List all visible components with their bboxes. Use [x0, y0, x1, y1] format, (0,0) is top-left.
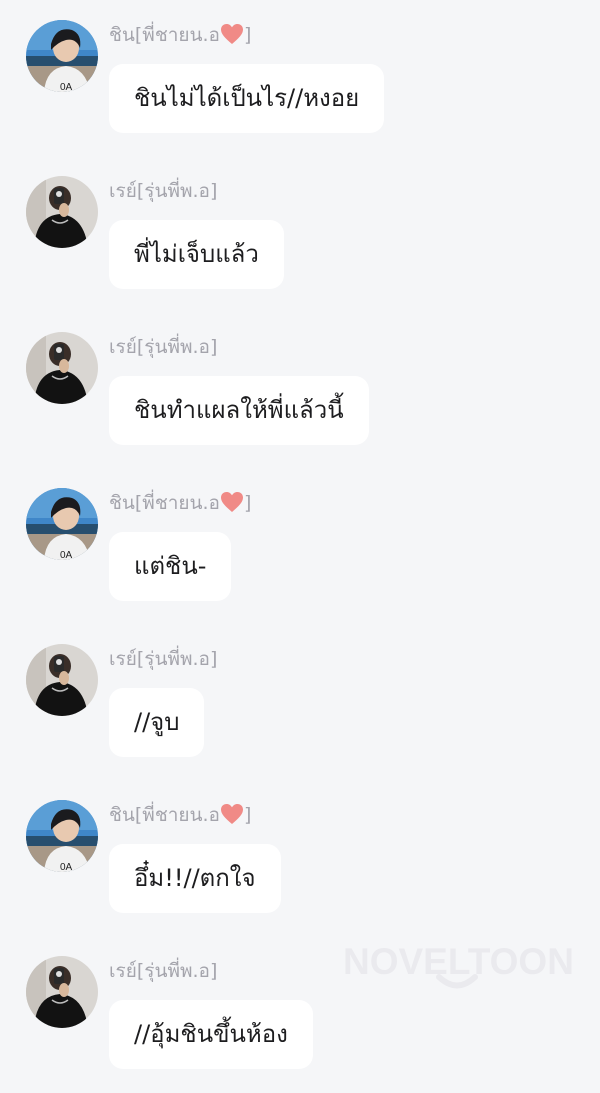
- sender-name: เรย์[รุ่นพี่พ.อ]: [109, 336, 218, 358]
- chat-message: 0A ชิน[พี่ชายน.อ] อึ๋ม!!//ตกใจ: [0, 800, 600, 940]
- chat-message: เรย์[รุ่นพี่พ.อ] //จูบ: [0, 644, 600, 784]
- mirror-selfie-avatar-image: [26, 332, 98, 404]
- message-bubble: อึ๋ม!!//ตกใจ: [109, 844, 281, 913]
- message-bubble: พี่ไม่เจ็บแล้ว: [109, 220, 284, 289]
- avatar-shin[interactable]: 0A: [26, 20, 98, 92]
- sender-name: ชิน[พี่ชายน.อ]: [109, 23, 252, 46]
- chat-thread: 0A ชิน[พี่ชายน.อ] ชินไม่ได้เป็นไร//หงอย …: [0, 0, 600, 1093]
- sender-name: เรย์[รุ่นพี่พ.อ]: [109, 648, 218, 670]
- message-bubble: //อุ้มชินขึ้นห้อง: [109, 1000, 313, 1069]
- message-bubble: แต่ชิน-: [109, 532, 232, 601]
- heart-icon: [220, 491, 243, 512]
- mirror-selfie-avatar-image: [26, 644, 98, 716]
- boy-seaside-avatar-image: 0A: [26, 800, 98, 872]
- avatar-ray[interactable]: [26, 332, 98, 404]
- sender-name: ชิน[พี่ชายน.อ]: [109, 803, 252, 826]
- sender-name: เรย์[รุ่นพี่พ.อ]: [109, 180, 218, 202]
- message-bubble: ชินทำแผลให้พี่แล้วนี้: [109, 376, 369, 445]
- avatar-shin[interactable]: 0A: [26, 488, 98, 560]
- heart-icon: [220, 23, 243, 44]
- svg-text:0A: 0A: [60, 82, 73, 92]
- chat-message: 0A ชิน[พี่ชายน.อ] แต่ชิน-: [0, 488, 600, 628]
- svg-text:0A: 0A: [60, 550, 73, 560]
- avatar-ray[interactable]: [26, 176, 98, 248]
- message-bubble: //จูบ: [109, 688, 205, 757]
- message-bubble: ชินไม่ได้เป็นไร//หงอย: [109, 64, 385, 133]
- chat-message: 0A ชิน[พี่ชายน.อ] ชินไม่ได้เป็นไร//หงอย: [0, 20, 600, 160]
- sender-name: เรย์[รุ่นพี่พ.อ]: [109, 960, 218, 982]
- heart-icon: [220, 803, 243, 824]
- sender-name: ชิน[พี่ชายน.อ]: [109, 491, 252, 514]
- chat-message: เรย์[รุ่นพี่พ.อ] ชินทำแผลให้พี่แล้วนี้: [0, 332, 600, 472]
- smile-logo-icon: [436, 974, 478, 989]
- mirror-selfie-avatar-image: [26, 956, 98, 1028]
- chat-message: เรย์[รุ่นพี่พ.อ] พี่ไม่เจ็บแล้ว: [0, 176, 600, 316]
- boy-seaside-avatar-image: 0A: [26, 20, 98, 92]
- avatar-ray[interactable]: [26, 644, 98, 716]
- boy-seaside-avatar-image: 0A: [26, 488, 98, 560]
- noveltoon-watermark: NOVELTOON: [343, 942, 574, 998]
- svg-text:0A: 0A: [60, 862, 73, 872]
- avatar-ray[interactable]: [26, 956, 98, 1028]
- mirror-selfie-avatar-image: [26, 176, 98, 248]
- avatar-shin[interactable]: 0A: [26, 800, 98, 872]
